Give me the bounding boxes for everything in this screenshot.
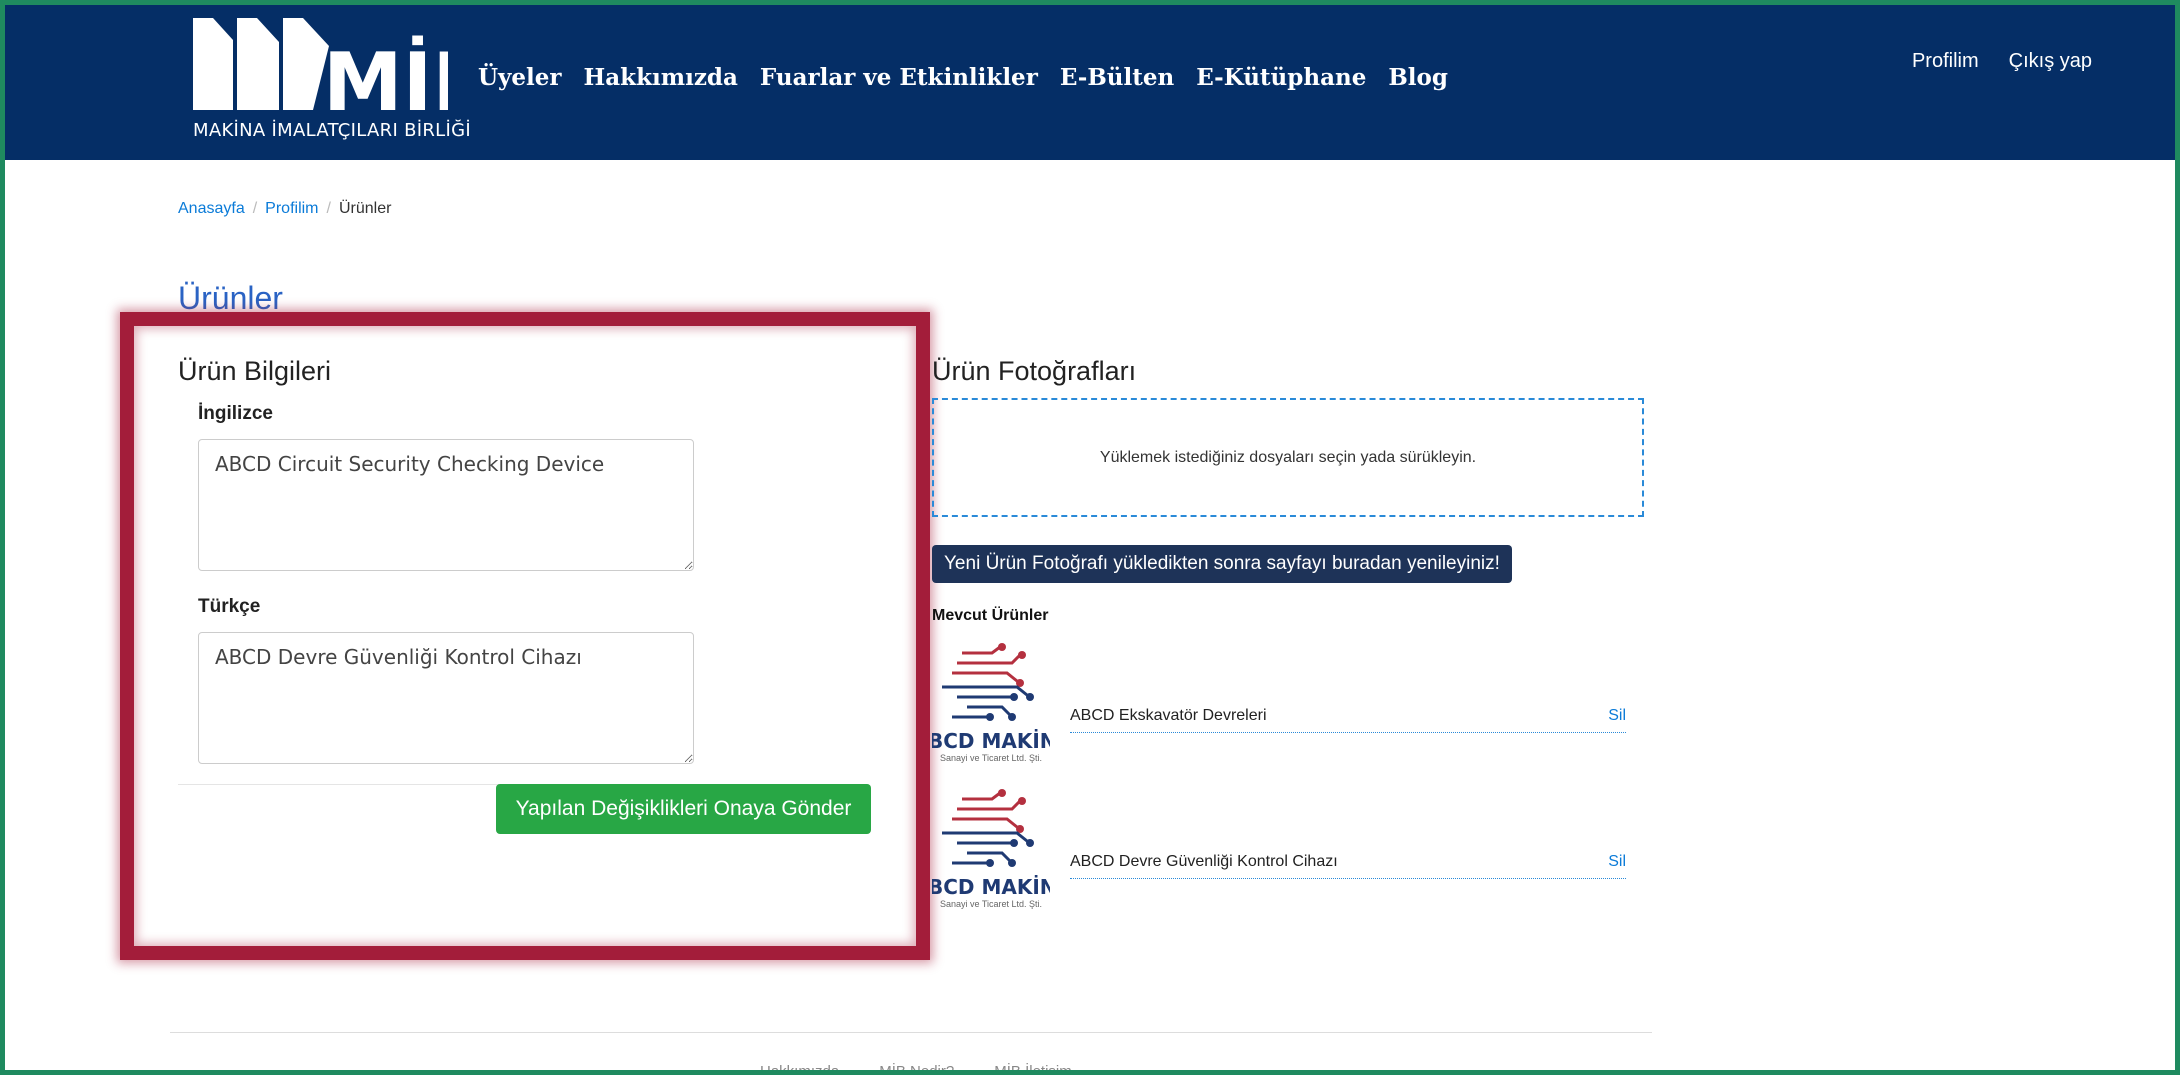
existing-products-title: Mevcut Ürünler — [932, 607, 1049, 624]
product-name: ABCD Devre Güvenliği Kontrol Cihazı — [1070, 853, 1626, 879]
profile-link[interactable]: Profilim — [1912, 50, 1979, 73]
turkish-label: Türkçe — [198, 596, 261, 617]
reload-page-button[interactable]: Yeni Ürün Fotoğrafı yükledikten sonra sa… — [932, 545, 1512, 583]
circuit-logo-icon — [942, 643, 1034, 721]
nav-ekutuphane[interactable]: E-Kütüphane — [1196, 64, 1366, 91]
photos-title: Ürün Fotoğrafları — [932, 356, 1137, 386]
product-name: ABCD Ekskavatör Devreleri — [1070, 707, 1626, 733]
dropzone-text: Yüklemek istediğiniz dosyaları seçin yad… — [1099, 448, 1477, 466]
delete-product-link[interactable]: Sil — [1608, 707, 1626, 725]
delete-product-link[interactable]: Sil — [1608, 853, 1626, 871]
nav-fuarlar[interactable]: Fuarlar ve Etkinlikler — [760, 64, 1038, 91]
product-thumbnail: BCD MAKİN Sanayi ve Ticaret Ltd. Şti. — [932, 643, 1050, 775]
nav-hakkimizda[interactable]: Hakkımızda — [584, 64, 738, 91]
breadcrumb-home[interactable]: Anasayfa — [178, 200, 245, 218]
turkish-name-field[interactable]: ABCD Devre Güvenliği Kontrol Cihazı — [198, 632, 694, 764]
english-label: İngilizce — [198, 403, 273, 424]
footer-link-contact[interactable]: MİB İletişim — [994, 1063, 1072, 1075]
logout-link[interactable]: Çıkış yap — [2009, 50, 2092, 73]
product-brand: BCD MAKİN — [932, 875, 1050, 899]
main-nav: Üyeler Hakkımızda Fuarlar ve Etkinlikler… — [478, 64, 1448, 91]
nav-ebulten[interactable]: E-Bülten — [1060, 64, 1174, 91]
breadcrumb-current: Ürünler — [338, 200, 392, 217]
circuit-logo-icon — [942, 789, 1034, 867]
footer-divider — [170, 1032, 1652, 1033]
footer-link-about[interactable]: Hakkımızda — [760, 1063, 839, 1075]
list-item: BCD MAKİN Sanayi ve Ticaret Ltd. Şti. AB… — [932, 789, 1644, 921]
breadcrumb-separator: / — [252, 200, 258, 217]
nav-blog[interactable]: Blog — [1388, 64, 1448, 91]
breadcrumb: Anasayfa / Profilim / Ürünler — [178, 200, 391, 218]
svg-text:MİB: MİB — [323, 35, 448, 129]
breadcrumb-separator: / — [326, 200, 331, 217]
breadcrumb-profile[interactable]: Profilim — [265, 200, 318, 218]
list-item: BCD MAKİN Sanayi ve Ticaret Ltd. Şti. AB… — [932, 643, 1644, 775]
product-brand-sub: Sanayi ve Ticaret Ltd. Şti. — [940, 753, 1043, 763]
user-nav: Profilim Çıkış yap — [1912, 50, 2092, 73]
logo-subtitle: MAKİNA İMALATÇILARI BİRLİĞİ — [193, 120, 471, 141]
site-header: MİB MAKİNA İMALATÇILARI BİRLİĞİ Üyeler H… — [0, 0, 2180, 160]
product-info-title: Ürün Bilgileri — [178, 356, 332, 386]
english-name-field[interactable]: ABCD Circuit Security Checking Device — [198, 439, 694, 571]
upload-dropzone[interactable]: Yüklemek istediğiniz dosyaları seçin yad… — [932, 398, 1644, 517]
nav-uyeler[interactable]: Üyeler — [478, 64, 562, 91]
footer-link-what[interactable]: MİB Nedir? — [879, 1063, 954, 1075]
submit-changes-button[interactable]: Yapılan Değişiklikleri Onaya Gönder — [496, 784, 871, 834]
product-brand-sub: Sanayi ve Ticaret Ltd. Şti. — [940, 899, 1043, 909]
footer-links: Hakkımızda MİB Nedir? MİB İletişim — [760, 1063, 1072, 1075]
product-brand: BCD MAKİN — [932, 729, 1050, 753]
product-thumbnail: BCD MAKİN Sanayi ve Ticaret Ltd. Şti. — [932, 789, 1050, 921]
